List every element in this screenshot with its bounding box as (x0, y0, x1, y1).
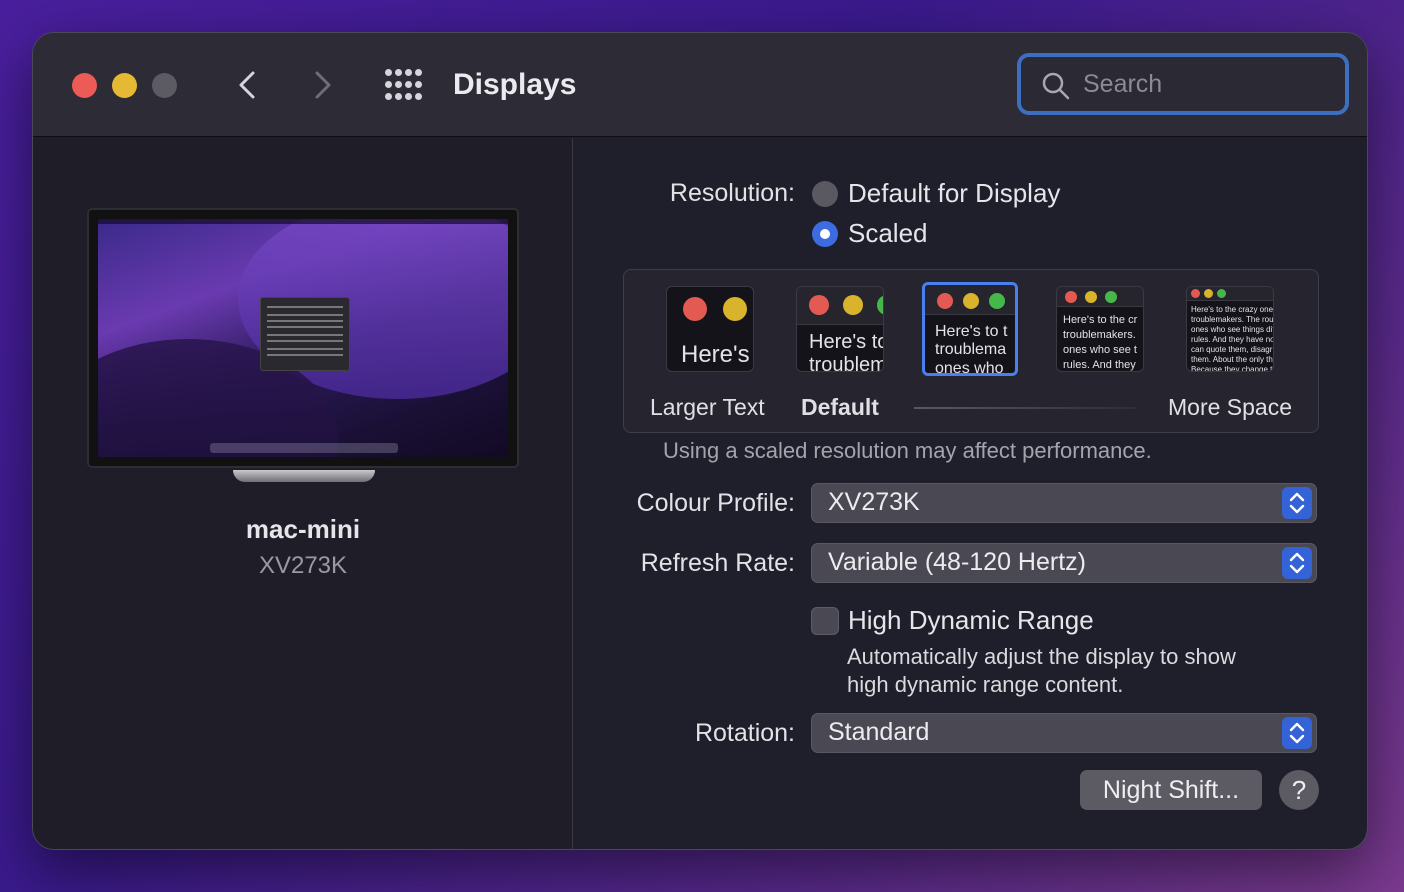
title-bar: Displays (33, 33, 1367, 137)
colour-profile-label: Colour Profile: (636, 489, 795, 517)
hdr-label[interactable]: High Dynamic Range (848, 605, 1094, 636)
grid-icon[interactable] (385, 69, 422, 101)
display-thumbnail[interactable] (87, 208, 519, 468)
monitor-stand (233, 470, 375, 482)
scale-option-3-selected[interactable]: Here's to t troublema ones who (922, 282, 1018, 376)
scale-track (914, 407, 1136, 409)
chevron-left-icon[interactable] (229, 67, 265, 103)
display-sidebar: mac-mini XV273K (33, 138, 573, 849)
scale-option-larger-text[interactable]: Here's (666, 286, 754, 372)
night-shift-button[interactable]: Night Shift... (1080, 770, 1262, 810)
hdr-description: Automatically adjust the display to show… (847, 644, 1236, 697)
scaling-picker: Here's Here's to troublem Here's to t tr… (623, 269, 1319, 433)
magnifier-icon (1042, 72, 1070, 100)
device-name: mac-mini (245, 514, 361, 544)
performance-note: Using a scaled resolution may affect per… (663, 438, 1152, 463)
updown-arrows-icon (1282, 717, 1312, 749)
label-more-space: More Space (1168, 394, 1293, 420)
scale-option-4[interactable]: Here's to the cr troublemakers. ones who… (1056, 286, 1144, 372)
colour-profile-select[interactable]: XV273K (811, 483, 1317, 523)
radio-scaled[interactable] (812, 221, 838, 247)
help-button[interactable]: ? (1279, 770, 1319, 810)
refresh-rate-label: Refresh Rate: (640, 549, 795, 577)
resolution-label: Resolution: (669, 179, 795, 207)
hdr-checkbox[interactable] (811, 607, 839, 635)
option-default-for-display[interactable]: Default for Display (848, 178, 1060, 209)
label-larger-text: Larger Text (650, 394, 765, 420)
updown-arrows-icon (1282, 547, 1312, 579)
displays-window: Displays mac-mini XV273K (32, 32, 1368, 850)
scale-option-default[interactable]: Here's to troublem (796, 286, 884, 372)
search-field[interactable] (1017, 53, 1349, 115)
refresh-rate-select[interactable]: Variable (48-120 Hertz) (811, 543, 1317, 583)
scale-option-more-space[interactable]: Here's to the crazy ones troublemakers. … (1186, 286, 1274, 372)
chevron-right-icon[interactable] (305, 67, 341, 103)
radio-default-for-display[interactable] (812, 181, 838, 207)
updown-arrows-icon (1282, 487, 1312, 519)
close-button[interactable] (72, 73, 97, 98)
desktop-preview (98, 219, 508, 457)
minimize-button[interactable] (112, 73, 137, 98)
search-input[interactable] (1083, 67, 1333, 101)
device-model: XV273K (258, 552, 348, 579)
zoom-button[interactable] (152, 73, 177, 98)
rotation-label: Rotation: (694, 719, 795, 747)
option-scaled[interactable]: Scaled (848, 218, 928, 249)
window-title: Displays (453, 68, 577, 101)
rotation-select[interactable]: Standard (811, 713, 1317, 753)
label-default: Default (801, 394, 879, 420)
